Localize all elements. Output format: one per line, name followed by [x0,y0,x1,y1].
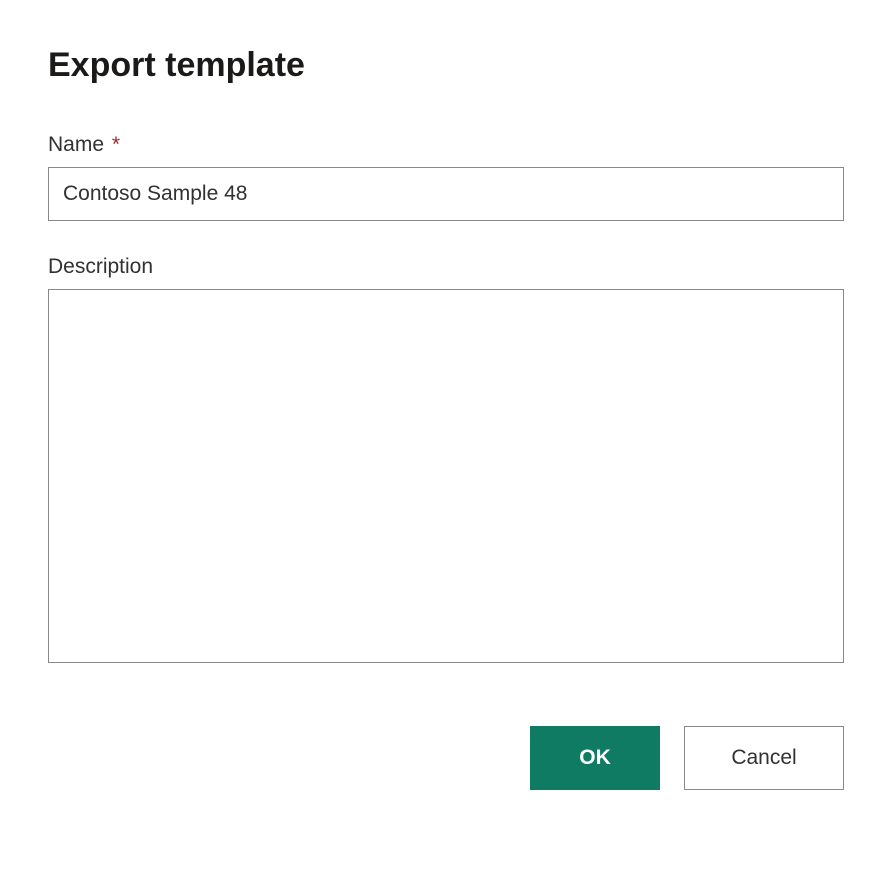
dialog-button-row: OK Cancel [48,726,844,790]
required-asterisk: * [112,133,120,156]
name-label-text: Name [48,133,104,156]
name-label: Name * [48,133,844,157]
ok-button[interactable]: OK [530,726,660,790]
description-textarea[interactable] [48,289,844,663]
description-field-group: Description [48,255,844,668]
cancel-button[interactable]: Cancel [684,726,844,790]
dialog-title: Export template [48,46,844,85]
name-input[interactable] [48,167,844,221]
description-label: Description [48,255,844,279]
name-field-group: Name * [48,133,844,221]
